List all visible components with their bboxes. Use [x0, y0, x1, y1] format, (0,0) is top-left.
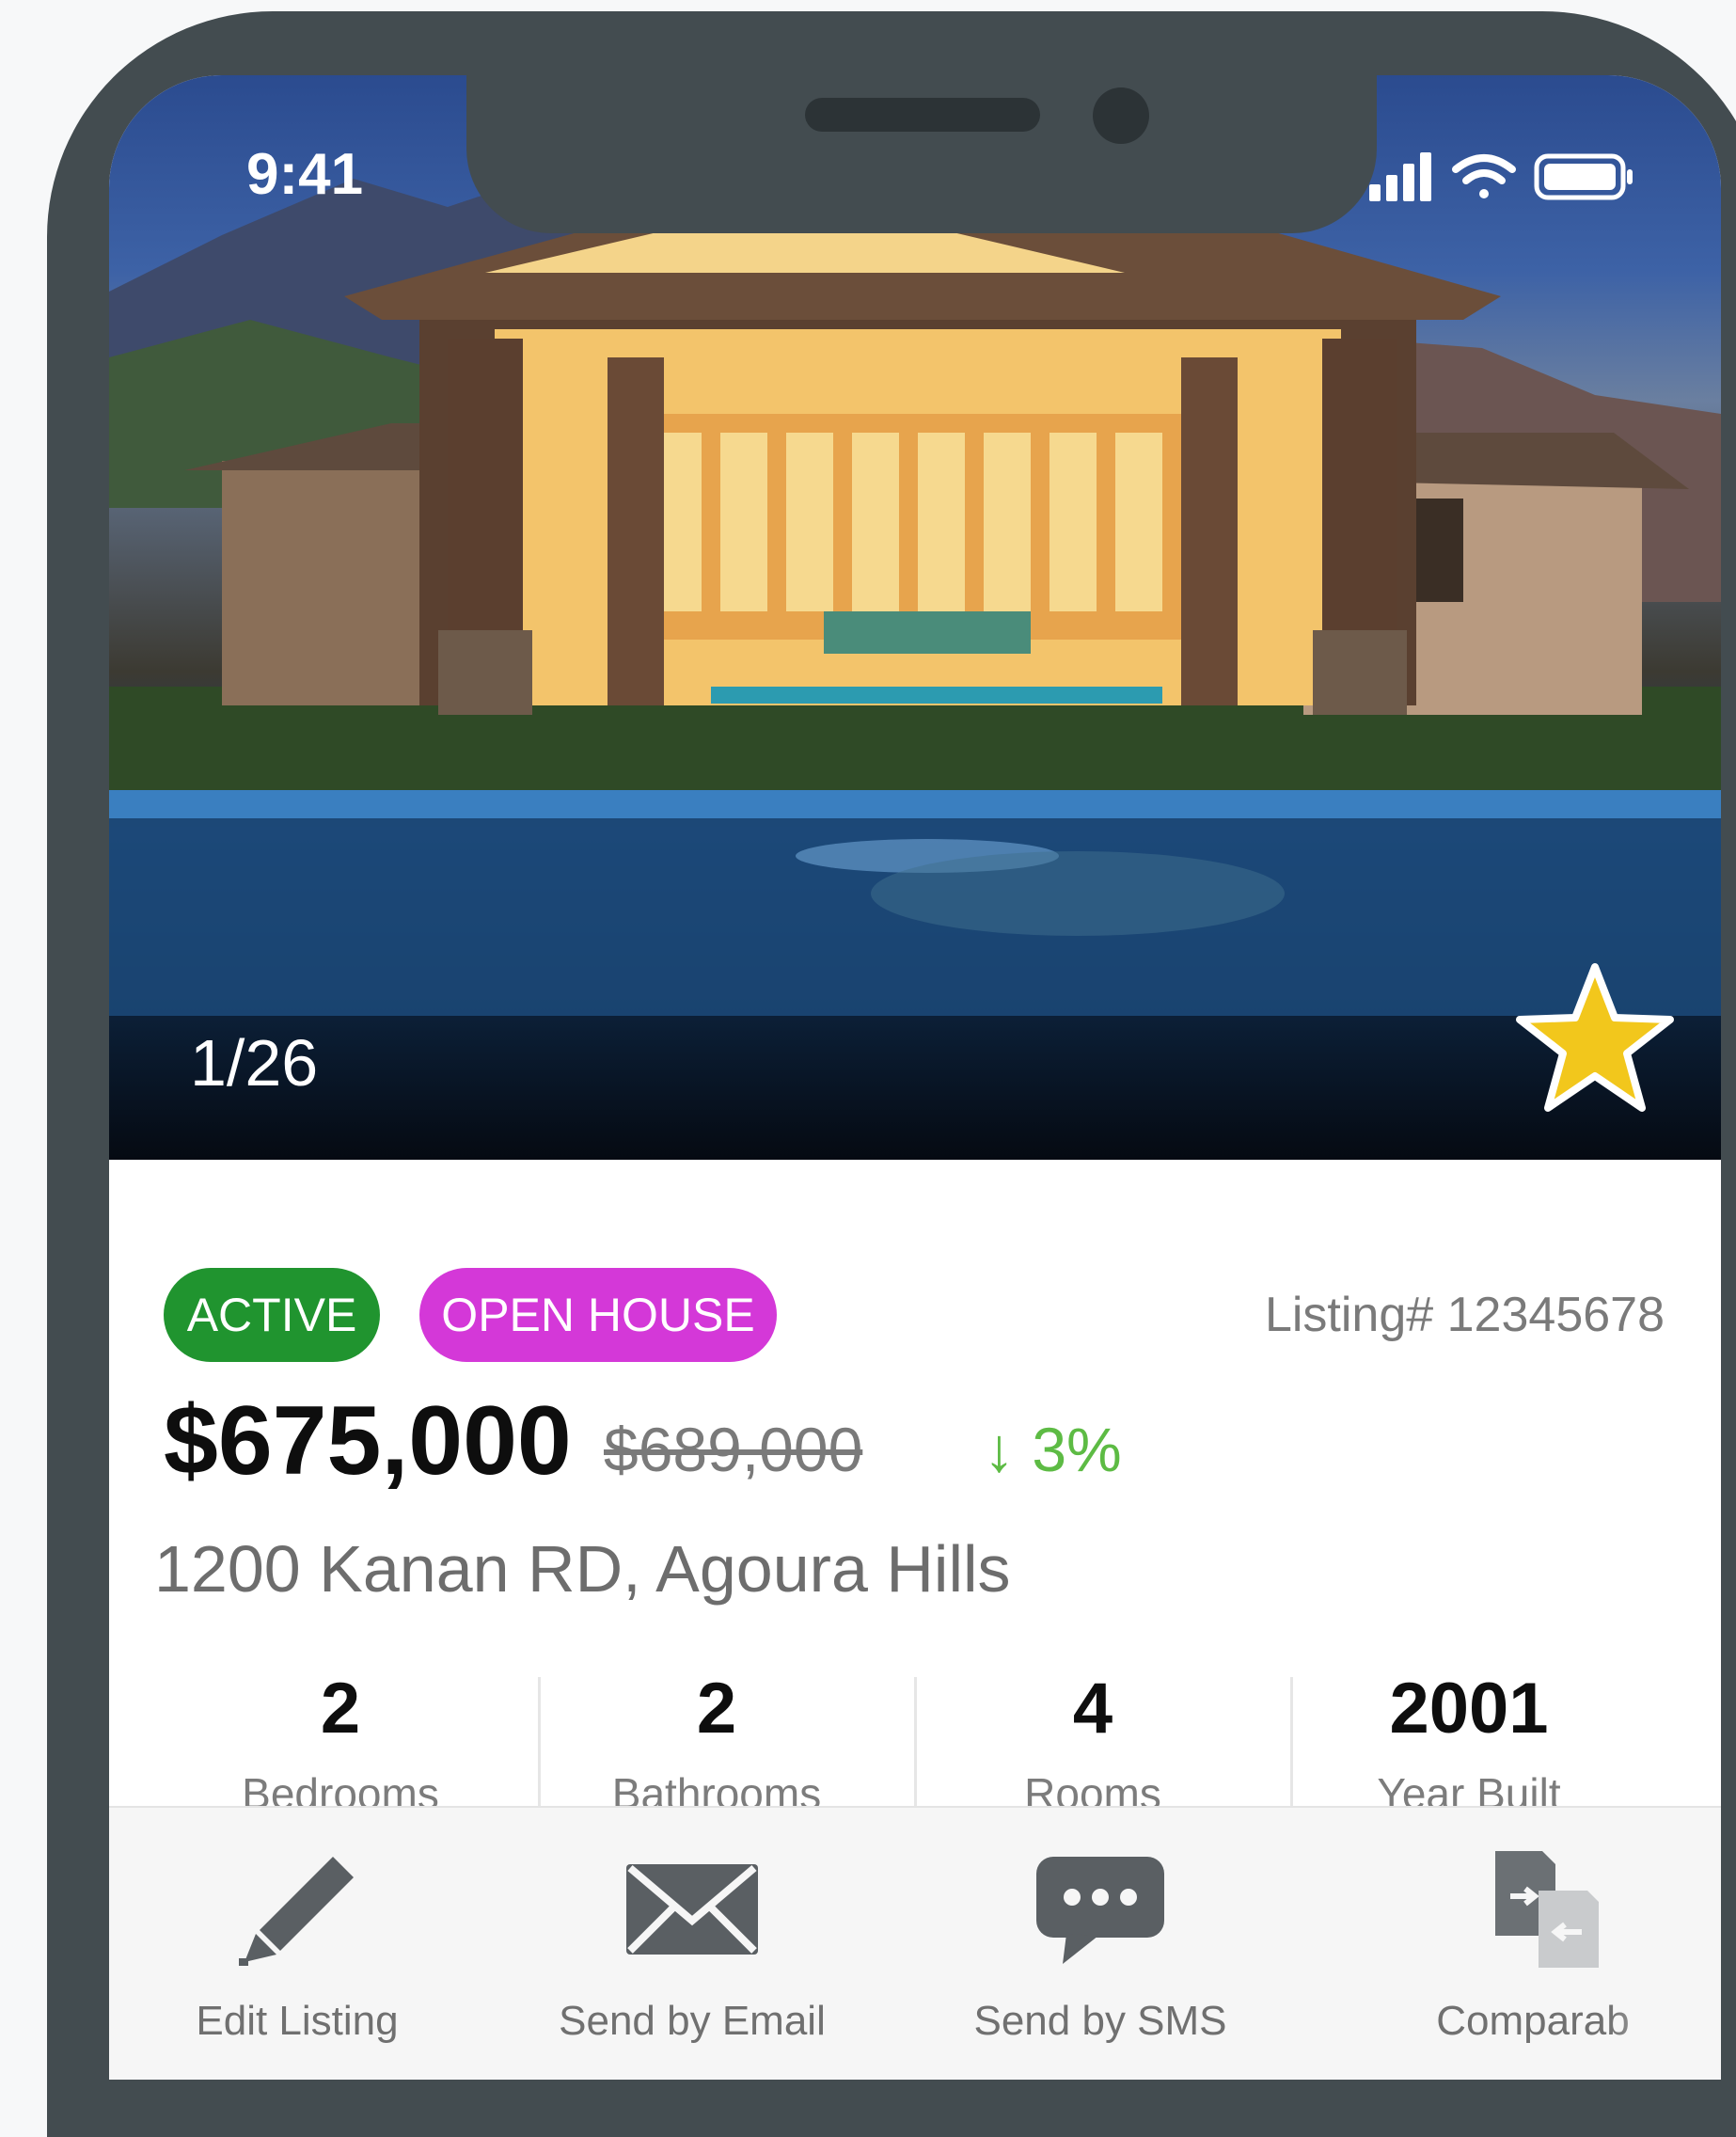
stat-value: 2 — [320, 1669, 361, 1749]
envelope-icon — [626, 1864, 758, 1955]
send-by-email-button[interactable]: Send by Email — [504, 1808, 880, 2080]
phone-notch — [466, 75, 1377, 233]
stat-year-built: 2001 Year Built — [1281, 1668, 1657, 1819]
favorite-star-icon[interactable] — [1510, 959, 1680, 1119]
listing-number: Listing# 12345678 — [1264, 1288, 1665, 1342]
status-badge-active: ACTIVE — [164, 1268, 380, 1362]
stat-rooms: 4 Rooms — [905, 1668, 1281, 1819]
status-time: 9:41 — [246, 142, 364, 207]
current-price: $675,000 — [164, 1386, 572, 1496]
battery-icon — [1534, 153, 1633, 200]
edit-listing-button[interactable]: Edit Listing — [109, 1808, 485, 2080]
pencil-icon — [239, 1857, 354, 1966]
action-label: Edit Listing — [196, 1998, 399, 2044]
chat-bubble-icon — [1036, 1857, 1164, 1964]
action-label: Send by SMS — [973, 1998, 1227, 2044]
stat-value: 2001 — [1389, 1669, 1549, 1749]
stat-value: 2 — [696, 1669, 737, 1749]
status-icons — [1369, 149, 1651, 210]
stat-value: 4 — [1072, 1669, 1113, 1749]
send-by-sms-button[interactable]: Send by SMS — [912, 1808, 1288, 2080]
photo-counter: 1/26 — [190, 1026, 319, 1100]
scroll-fade — [1608, 1808, 1721, 2080]
previous-price: $689,000 — [604, 1415, 863, 1484]
front-camera — [1093, 87, 1149, 144]
listing-address: 1200 Kanan RD, Agoura Hills — [154, 1532, 1011, 1606]
status-badge-open-house: OPEN HOUSE — [419, 1268, 777, 1362]
price-change: ↓ 3% — [984, 1415, 1122, 1484]
stat-bedrooms: 2 Bedrooms — [152, 1668, 529, 1819]
action-bar: Edit Listing Send by Email Send by SMS C… — [109, 1806, 1721, 2080]
speaker-grille — [805, 98, 1040, 132]
listing-screen: 9:41 1/26 ACTIVE OPEN HOUSE Listing# 123… — [109, 75, 1721, 2080]
stat-bathrooms: 2 Bathrooms — [529, 1668, 905, 1819]
action-label: Send by Email — [559, 1998, 826, 2044]
listing-photo[interactable] — [109, 75, 1721, 1160]
house-illustration — [109, 179, 1721, 1016]
compare-documents-icon — [1495, 1851, 1599, 1968]
wifi-icon — [1452, 154, 1516, 198]
signal-icon — [1369, 152, 1431, 201]
